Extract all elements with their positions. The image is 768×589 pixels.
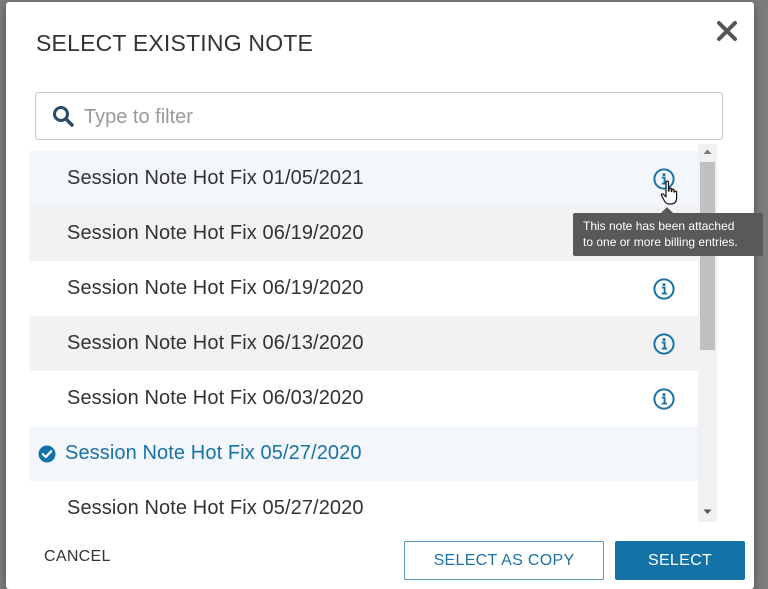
attached-tooltip: This note has been attached to one or mo… [573,207,763,256]
caret-up-icon [703,149,712,154]
note-row[interactable]: Session Note Hot Fix 06/13/2020 [29,316,698,371]
info-icon[interactable] [653,332,675,355]
note-label: Session Note Hot Fix 05/27/2020 [67,497,364,519]
list-scrollbar[interactable] [698,144,717,522]
scroll-up-button[interactable] [698,144,717,160]
dialog-title: SELECT EXISTING NOTE [36,30,314,56]
checkmark-circle-icon [38,445,56,462]
note-label: Session Note Hot Fix 06/19/2020 [67,277,364,299]
search-icon [53,106,74,127]
note-label: Session Note Hot Fix 06/03/2020 [67,387,364,409]
note-label: Session Note Hot Fix 05/27/2020 [65,442,362,464]
note-row[interactable]: Session Note Hot Fix 01/05/2021 [29,151,698,206]
info-icon[interactable] [653,387,675,410]
note-list: Session Note Hot Fix 01/05/2021 Session … [29,151,698,521]
tooltip-arrow [661,207,673,213]
close-button[interactable] [714,18,740,44]
filter-input[interactable] [82,101,706,133]
note-label: Session Note Hot Fix 01/05/2021 [67,167,364,189]
note-label: Session Note Hot Fix 06/13/2020 [67,332,364,354]
info-icon[interactable] [653,277,675,300]
filter-box [35,92,723,140]
close-icon [717,21,737,41]
caret-down-icon [703,509,712,514]
note-row[interactable]: Session Note Hot Fix 05/27/2020 [29,481,698,521]
cancel-button[interactable]: CANCEL [44,548,111,566]
select-button[interactable]: SELECT [615,541,745,580]
scroll-down-button[interactable] [698,504,717,520]
tooltip-line-1: This note has been attached [583,219,735,233]
note-row[interactable]: Session Note Hot Fix 06/19/2020 [29,261,698,316]
select-as-copy-button[interactable]: SELECT AS COPY [404,541,604,580]
hand-pointer-icon [660,180,678,205]
scroll-thumb[interactable] [700,162,715,350]
note-row[interactable]: Session Note Hot Fix 06/03/2020 [29,371,698,426]
note-label: Session Note Hot Fix 06/19/2020 [67,222,364,244]
tooltip-line-2: to one or more billing entries. [583,235,738,249]
note-row[interactable]: Session Note Hot Fix 05/27/2020 [29,426,698,481]
